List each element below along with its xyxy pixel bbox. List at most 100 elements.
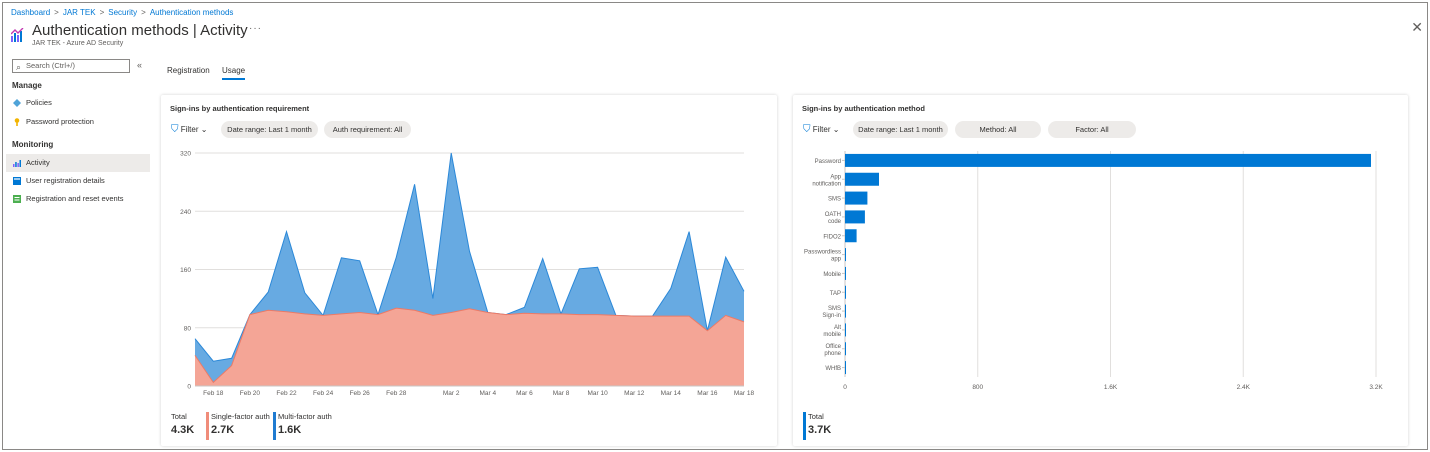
x-tick-label: Feb 18: [203, 390, 224, 397]
y-tick-label: TAP: [830, 291, 841, 297]
y-tick-label: 160: [180, 267, 191, 274]
bar: [845, 304, 846, 318]
search-icon: ⌕: [16, 62, 22, 72]
legend-label: Single-factor auth: [211, 412, 270, 421]
y-tick-label: 0: [187, 384, 191, 391]
tab-registration[interactable]: Registration: [167, 66, 210, 75]
legend-multi-factor: Multi-factor auth 1.6K: [273, 412, 332, 440]
app-window: Dashboard > JAR TEK > Security > Authenticatio…: [2, 2, 1428, 450]
legend-value: 2.7K: [211, 424, 235, 436]
sidebar-item-label: Registration and reset events: [26, 194, 124, 203]
y-tick-label: Office phone: [824, 344, 841, 357]
sidebar-item-user-registration-details[interactable]: User registration details: [6, 172, 150, 190]
x-tick-label: 3.2K: [1369, 384, 1383, 391]
key-icon: [14, 118, 20, 126]
breadcrumb-tenant[interactable]: JAR TEK: [63, 8, 96, 17]
sidebar-heading-monitoring: Monitoring: [12, 140, 54, 149]
legend-label: Total: [808, 412, 824, 421]
y-tick-label-line: Passwordless: [804, 250, 841, 256]
sidebar-item-activity[interactable]: Activity: [6, 154, 150, 172]
y-tick-label: 320: [180, 151, 191, 158]
y-tick-label: WHfB: [825, 366, 841, 372]
x-tick-label: Mar 18: [734, 390, 755, 397]
sidebar-item-label: Policies: [26, 98, 52, 107]
filter-label: Filter: [812, 125, 831, 134]
collapse-sidebar-icon[interactable]: «: [137, 60, 142, 70]
date-range-pill[interactable]: Date range: Last 1 month: [853, 121, 948, 138]
sidebar-item-label: User registration details: [26, 176, 105, 185]
search-input[interactable]: ⌕ Search (Ctrl+/): [12, 59, 130, 73]
y-tick-label: 240: [180, 209, 191, 216]
close-icon[interactable]: ✕: [1411, 19, 1423, 36]
x-tick-label: Feb 20: [240, 390, 261, 397]
diamond-icon: [13, 99, 21, 107]
auth-requirement-pill[interactable]: Auth requirement: All: [324, 121, 411, 138]
x-tick-label: Mar 12: [624, 390, 645, 397]
x-tick-label: Feb 28: [386, 390, 407, 397]
y-tick-label-line: app: [831, 257, 842, 263]
y-tick-label: OATH code: [825, 212, 842, 225]
y-tick-label: Alt mobile: [823, 325, 841, 338]
tab-usage[interactable]: Usage: [222, 66, 246, 80]
sidebar-item-policies[interactable]: Policies: [6, 94, 150, 112]
x-tick-label: Mar 16: [697, 390, 718, 397]
factor-pill[interactable]: Factor: All: [1048, 121, 1136, 138]
breadcrumb-security[interactable]: Security: [108, 8, 137, 17]
x-tick-label: 800: [972, 384, 983, 391]
breadcrumb-dashboard[interactable]: Dashboard: [11, 8, 50, 17]
filter-label: Filter: [180, 125, 199, 134]
bar: [845, 210, 865, 224]
y-tick-label-line: OATH: [825, 212, 841, 218]
bar: [845, 229, 857, 243]
y-tick-label-line: mobile: [823, 332, 841, 338]
filter-button[interactable]: ⛉ Filter ⌄: [171, 124, 207, 135]
chevron-down-icon: ⌄: [200, 125, 208, 134]
legend-single-factor: Single-factor auth 2.7K: [206, 412, 270, 440]
filter-button[interactable]: ⛉ Filter ⌄: [803, 124, 839, 135]
y-tick-label-line: Office: [825, 344, 841, 350]
x-tick-label: Mar 2: [443, 390, 460, 397]
sidebar-item-registration-reset-events[interactable]: Registration and reset events: [6, 190, 150, 208]
breadcrumb-separator: >: [54, 8, 59, 17]
x-tick-label: Feb 26: [350, 390, 371, 397]
y-tick-label-line: Sign-in: [822, 313, 841, 319]
y-tick-label: SMS: [828, 197, 841, 203]
y-tick-label: Mobile: [823, 272, 841, 278]
y-tick-label: SMS Sign-in: [822, 306, 841, 319]
series-area-single-factor: [195, 308, 744, 386]
y-tick-label: App notification: [812, 174, 841, 187]
auth-requirement-card: Sign-ins by authentication requirement ⛉…: [161, 95, 777, 446]
area-chart: 0 80 160 240 320 Feb 18 Feb 20 Feb 22 Feb 24 Feb …: [180, 151, 755, 398]
bar: [845, 342, 846, 356]
x-tick-label: Mar 14: [661, 390, 682, 397]
x-tick-label: Mar 6: [516, 390, 533, 397]
legend-value: 4.3K: [171, 424, 195, 436]
breadcrumb-separator: >: [141, 8, 146, 17]
more-options-icon[interactable]: ···: [249, 23, 262, 34]
y-tick-label-line: phone: [824, 351, 841, 357]
x-tick-label: Mar 4: [479, 390, 496, 397]
legend-swatch: [803, 412, 806, 440]
x-tick-label: 1.6K: [1104, 384, 1118, 391]
x-tick-label: 0: [843, 384, 847, 391]
date-range-pill[interactable]: Date range: Last 1 month: [221, 121, 318, 138]
bar: [845, 248, 846, 262]
sidebar-item-password-protection[interactable]: Password protection: [6, 113, 150, 131]
x-tick-label: Mar 10: [587, 390, 608, 397]
breadcrumb-auth-methods[interactable]: Authentication methods: [150, 8, 234, 17]
method-pill[interactable]: Method: All: [955, 121, 1041, 138]
card-title: Sign-ins by authentication method: [802, 104, 925, 113]
y-tick-label: FIDO2: [823, 234, 841, 240]
breadcrumb: Dashboard > JAR TEK > Security > Authenticatio…: [11, 8, 233, 17]
x-tick-label: 2.4K: [1237, 384, 1251, 391]
chart-icon: [13, 160, 21, 167]
bar-chart: 0 800 1.6K 2.4K 3.2K Password App notification S…: [804, 151, 1383, 391]
x-tick-label: Mar 8: [553, 390, 570, 397]
filter-icon: ⛉: [171, 124, 179, 135]
bar: [845, 266, 846, 280]
legend-swatch: [273, 412, 276, 440]
y-tick-label-line: SMS: [828, 306, 841, 312]
y-tick-label: Password: [815, 159, 841, 165]
legend-label: Total: [171, 412, 187, 421]
legend-total: Total 4.3K: [171, 412, 194, 436]
